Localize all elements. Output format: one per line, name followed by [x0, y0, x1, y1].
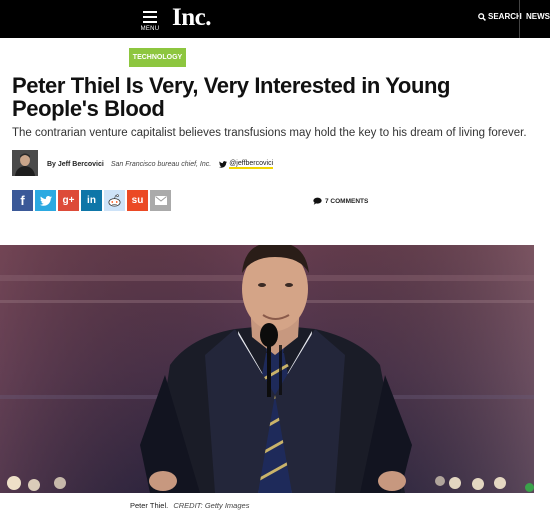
- twitter-icon: [39, 195, 52, 206]
- search-button[interactable]: SEARCH: [478, 12, 522, 21]
- author-avatar[interactable]: [12, 150, 38, 176]
- twitter-share-button[interactable]: [35, 190, 56, 211]
- share-buttons: f g+ in su: [12, 190, 171, 211]
- google-plus-share-button[interactable]: g+: [58, 190, 79, 211]
- facebook-icon: f: [20, 193, 25, 208]
- twitter-handle: @jeffbercovici: [229, 160, 274, 169]
- photo-badge-icon: [525, 483, 534, 492]
- article-dek: The contrarian venture capitalist believ…: [12, 127, 527, 139]
- hamburger-icon: [139, 8, 161, 23]
- reddit-icon: [108, 194, 121, 207]
- author-role: San Francisco bureau chief, Inc.: [110, 161, 212, 168]
- newsletter-button[interactable]: NEWSL: [526, 12, 550, 21]
- category-tag[interactable]: TECHNOLOGY: [129, 48, 186, 67]
- reddit-share-button[interactable]: [104, 190, 125, 211]
- twitter-bird-icon: [219, 161, 228, 168]
- comment-bubble-icon: [313, 197, 322, 205]
- top-navigation-bar: MENU Inc. SEARCH NEWSL: [0, 0, 550, 38]
- byline: By Jeff Bercovici San Francisco bureau c…: [47, 160, 274, 169]
- inc-logo[interactable]: Inc.: [172, 4, 211, 32]
- author-name[interactable]: By Jeff Bercovici: [47, 161, 104, 168]
- stumbleupon-icon: su: [131, 195, 144, 206]
- photo-credit: CREDIT: Getty Images: [173, 501, 250, 510]
- twitter-link[interactable]: @jeffbercovici: [219, 160, 274, 169]
- nav-divider: [519, 0, 520, 38]
- comments-count: 7 COMMENTS: [325, 197, 369, 205]
- comments-link[interactable]: 7 COMMENTS: [313, 197, 368, 205]
- menu-label: MENU: [140, 26, 160, 32]
- facebook-share-button[interactable]: f: [12, 190, 33, 211]
- email-share-button[interactable]: [150, 190, 171, 211]
- linkedin-share-button[interactable]: in: [81, 190, 102, 211]
- search-label: SEARCH: [488, 12, 522, 21]
- search-icon: [478, 12, 486, 21]
- google-plus-icon: g+: [62, 195, 75, 206]
- photo-caption: Peter Thiel. CREDIT: Getty Images: [130, 501, 249, 510]
- menu-button[interactable]: MENU: [139, 8, 161, 32]
- stumbleupon-share-button[interactable]: su: [127, 190, 148, 211]
- hero-photo: [0, 245, 534, 493]
- article-headline: Peter Thiel Is Very, Very Interested in …: [12, 73, 451, 121]
- email-icon: [154, 196, 167, 205]
- linkedin-icon: in: [87, 195, 96, 206]
- caption-text: Peter Thiel.: [130, 501, 169, 510]
